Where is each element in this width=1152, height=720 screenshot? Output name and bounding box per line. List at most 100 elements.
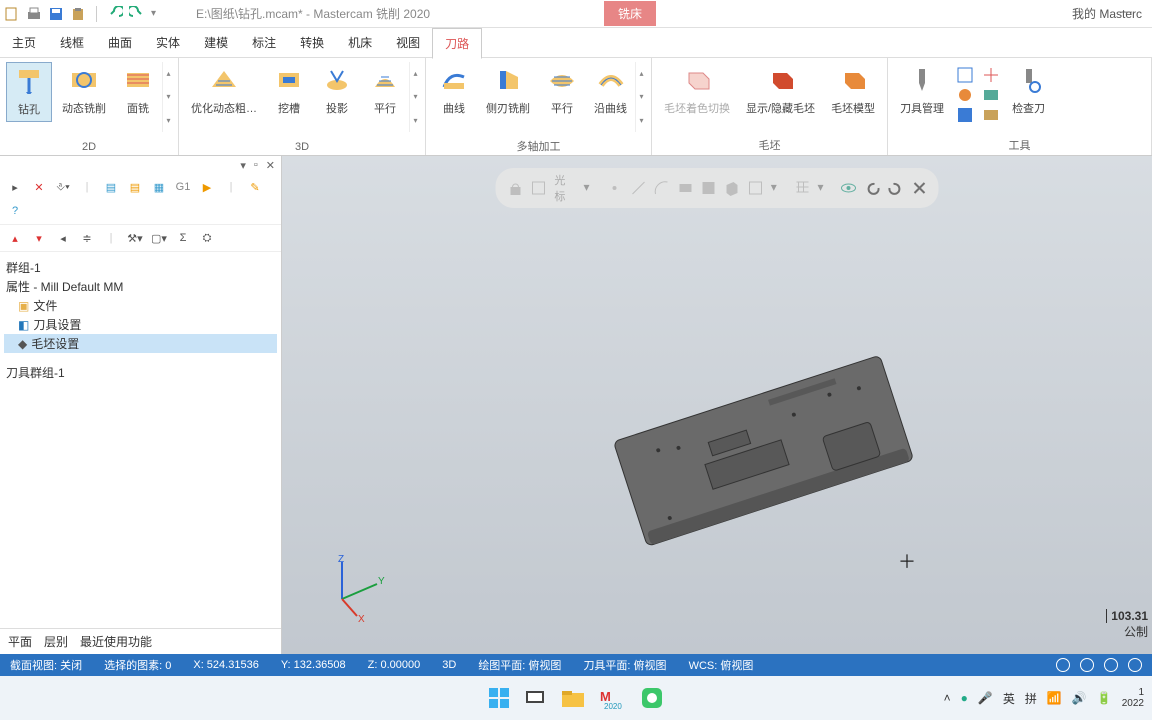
mini-tool-3[interactable]	[956, 106, 974, 124]
pt-select[interactable]: ▸	[6, 178, 24, 196]
redo-sel-icon[interactable]	[888, 180, 903, 196]
body-icon[interactable]	[701, 180, 716, 196]
tray-cloud-icon[interactable]: ●	[961, 691, 968, 705]
lock-icon[interactable]	[508, 180, 523, 196]
tab-solid[interactable]: 实体	[144, 28, 192, 57]
check-tool-button[interactable]: 检查刀	[1006, 62, 1051, 120]
operations-tree[interactable]: 群组-1 属性 - Mill Default MM ▣文件 ◧刀具设置 ◆毛坯设…	[0, 252, 281, 628]
pt-ins[interactable]: ⎀▾	[54, 178, 72, 196]
tray-mic-icon[interactable]: 🎤	[978, 691, 993, 705]
tab-home[interactable]: 主页	[0, 28, 48, 57]
clock[interactable]: 1 2022	[1122, 687, 1144, 709]
line-icon[interactable]	[630, 180, 645, 196]
along-curve-button[interactable]: 沿曲线	[588, 62, 633, 120]
group-expand-multi[interactable]: ▴▾▾	[635, 62, 647, 132]
volume-icon[interactable]: 🔊	[1072, 691, 1087, 705]
eye-icon[interactable]	[841, 180, 856, 196]
globe-icon-2[interactable]	[1080, 658, 1094, 672]
swarf-button[interactable]: 侧刃铣削	[480, 62, 536, 120]
stock-shade-button[interactable]: 毛坯着色切换	[658, 62, 736, 120]
mini-tool-2[interactable]	[956, 86, 974, 104]
opt-rough-button[interactable]: 优化动态粗…	[185, 62, 263, 120]
status-wcs[interactable]: WCS: 俯视图	[689, 657, 754, 673]
mini-tool-4[interactable]	[982, 66, 1000, 84]
stock-model-button[interactable]: 毛坯模型	[825, 62, 881, 120]
globe-icon-1[interactable]	[1056, 658, 1070, 672]
tab-levels[interactable]: 层别	[44, 633, 68, 650]
parallel-multi-button[interactable]: 平行	[540, 62, 584, 120]
save-icon[interactable]	[48, 6, 64, 22]
explorer-icon[interactable]	[560, 687, 586, 709]
print-icon[interactable]	[26, 6, 42, 22]
curve-button[interactable]: 曲线	[432, 62, 476, 120]
pt2-div[interactable]: ≑	[78, 229, 96, 247]
globe-icon-3[interactable]	[1104, 658, 1118, 672]
tab-planes[interactable]: 平面	[8, 633, 32, 650]
status-mode[interactable]: 3D	[442, 659, 456, 671]
tab-machine[interactable]: 机床	[336, 28, 384, 57]
mini-tool-5[interactable]	[982, 86, 1000, 104]
pt2-left[interactable]: ◂	[54, 229, 72, 247]
pt-g1[interactable]: G1	[174, 178, 192, 196]
pt2-down[interactable]: ▾	[30, 229, 48, 247]
group-expand-2d[interactable]: ▴▾▾	[162, 62, 174, 132]
dynamic-mill-button[interactable]: 动态铣削	[56, 62, 112, 120]
ime-lang[interactable]: 英	[1003, 690, 1015, 707]
app-green-icon[interactable]	[640, 686, 664, 710]
tab-recent[interactable]: 最近使用功能	[80, 633, 152, 650]
paste-icon[interactable]	[70, 6, 86, 22]
arc-icon[interactable]	[654, 180, 669, 196]
pt2-up[interactable]: ▴	[6, 229, 24, 247]
tab-model[interactable]: 建模	[192, 28, 240, 57]
panel-pin-icon[interactable]: ▫	[254, 159, 258, 171]
wifi-icon[interactable]: 📶	[1047, 691, 1062, 705]
end-sel-icon[interactable]	[911, 180, 926, 196]
new-icon[interactable]	[4, 6, 20, 22]
globe-icon-4[interactable]	[1128, 658, 1142, 672]
tab-dim[interactable]: 标注	[240, 28, 288, 57]
pocket-button[interactable]: 挖槽	[267, 62, 311, 120]
pt-pencil[interactable]: ✎	[246, 178, 264, 196]
mini-tool-6[interactable]	[982, 106, 1000, 124]
status-tplane[interactable]: 刀具平面: 俯视图	[583, 657, 666, 673]
cursor-icon[interactable]	[531, 180, 546, 196]
drill-button[interactable]: 钻孔	[6, 62, 52, 122]
context-tab-mill[interactable]: 铣床	[604, 1, 656, 26]
pt2-box[interactable]: ▢▾	[150, 229, 168, 247]
tab-xform[interactable]: 转换	[288, 28, 336, 57]
stock-display-button[interactable]: 显示/隐藏毛坯	[740, 62, 821, 120]
status-section[interactable]: 截面视图: 关闭	[10, 657, 82, 673]
start-icon[interactable]	[488, 687, 510, 709]
pt-help[interactable]: ?	[6, 202, 24, 220]
tab-wire[interactable]: 线框	[48, 28, 96, 57]
tool-manager-button[interactable]: 刀具管理	[894, 62, 950, 120]
sel-icon[interactable]	[747, 180, 762, 196]
pt-sheet2[interactable]: ▤	[126, 178, 144, 196]
pt2-wrench[interactable]: ⚒▾	[126, 229, 144, 247]
undo-sel-icon[interactable]	[864, 180, 879, 196]
pt-run[interactable]: ▶	[198, 178, 216, 196]
panel-close-icon[interactable]: ✕	[266, 159, 275, 172]
redo-icon[interactable]	[129, 6, 145, 22]
battery-icon[interactable]: 🔋	[1097, 691, 1112, 705]
grid-icon[interactable]	[794, 180, 809, 196]
tray-chevron-icon[interactable]: ˄	[944, 691, 951, 705]
parallel-3d-button[interactable]: 平行	[363, 62, 407, 120]
tab-surf[interactable]: 曲面	[96, 28, 144, 57]
ime-mode[interactable]: 拼	[1025, 690, 1037, 707]
mini-tool-1[interactable]	[956, 66, 974, 84]
pt-icon[interactable]	[607, 180, 622, 196]
pt-sheet3[interactable]: ▦	[150, 178, 168, 196]
panel-dropdown-icon[interactable]: ▾	[240, 159, 246, 172]
pt2-sigma[interactable]: Σ	[174, 229, 192, 247]
pt-x[interactable]: ✕	[30, 178, 48, 196]
project-button[interactable]: 投影	[315, 62, 359, 120]
face-mill-button[interactable]: 面铣	[116, 62, 160, 120]
solid-icon[interactable]	[724, 180, 739, 196]
undo-icon[interactable]	[107, 6, 123, 22]
tab-toolpath[interactable]: 刀路	[432, 28, 482, 59]
pt2-gear[interactable]: ⛭	[198, 229, 216, 247]
viewport[interactable]: 光标 ▾ ▾ ▾	[282, 156, 1152, 654]
pt-sheet1[interactable]: ▤	[102, 178, 120, 196]
face-icon[interactable]	[677, 180, 692, 196]
